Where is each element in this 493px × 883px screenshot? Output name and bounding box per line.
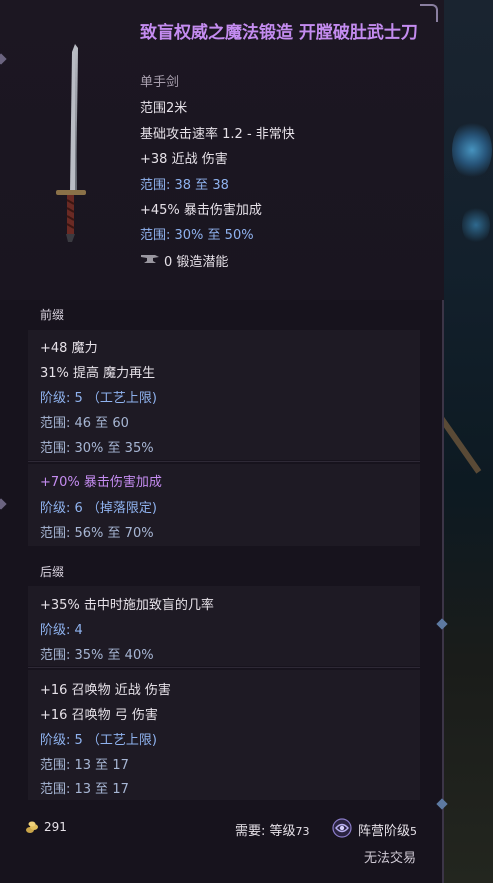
anvil-icon: [141, 255, 159, 263]
affix-tier: 阶级: 6 （掉落限定): [40, 501, 157, 516]
gold-value: 291: [44, 820, 67, 834]
forge-potential: 0 锻造潜能: [164, 255, 229, 270]
affix-stat: +70% 暴击伤害加成: [40, 475, 162, 490]
affix-range: 范围: 30% 至 35%: [40, 441, 154, 456]
affix-tier: 阶级: 5 （工艺上限): [40, 391, 157, 406]
katana-icon: [56, 44, 86, 242]
item-type: 单手剑: [140, 75, 180, 90]
affix-stat: 31% 提高 魔力再生: [40, 366, 156, 381]
base-stat: +38 近战 伤害: [140, 152, 228, 167]
divider: [28, 667, 420, 668]
faction-icon: [332, 818, 352, 838]
background-crystal-glow: [462, 205, 490, 245]
trade-status: 无法交易: [364, 851, 417, 866]
item-tooltip: 致盲权威之魔法锻造 开膛破肚武士刀 单手剑 范围2米 基础攻击速率 1.2 - …: [0, 0, 448, 883]
require-label: 需要: 等级73: [235, 824, 310, 839]
affix-range: 范围: 13 至 17: [40, 782, 129, 797]
prefix-heading: 前缀: [40, 308, 65, 322]
affix-stat: +16 召唤物 弓 伤害: [40, 708, 158, 723]
suffix-heading: 后缀: [40, 565, 65, 579]
affix-stat: +48 魔力: [40, 341, 98, 356]
affix-range: 范围: 46 至 60: [40, 416, 129, 431]
corner-ornament: [420, 4, 438, 22]
affix-range: 范围: 35% 至 40%: [40, 648, 154, 663]
divider: [28, 461, 420, 462]
affix-stat: +16 召唤物 近战 伤害: [40, 683, 171, 698]
gold-icon: [26, 821, 38, 833]
affix-range: 范围: 13 至 17: [40, 758, 129, 773]
base-stat: +45% 暴击伤害加成: [140, 203, 262, 218]
item-name: 致盲权威之魔法锻造 开膛破肚武士刀: [140, 23, 418, 43]
affix-tier: 阶级: 5 （工艺上限): [40, 733, 157, 748]
background-crystal-glow: [452, 120, 492, 180]
affix-stat: +35% 击中时施加致盲的几率: [40, 598, 214, 613]
base-stat: 基础攻击速率 1.2 - 非常快: [140, 127, 295, 142]
base-stat: 范围2米: [140, 101, 188, 116]
edge-ornament: [0, 498, 7, 510]
affix-range: 范围: 56% 至 70%: [40, 526, 154, 541]
base-stat-range: 范围: 30% 至 50%: [140, 228, 254, 243]
faction-rank: 阵营阶级5: [358, 824, 418, 839]
affix-tier: 阶级: 4: [40, 623, 83, 638]
base-stat-range: 范围: 38 至 38: [140, 178, 229, 193]
